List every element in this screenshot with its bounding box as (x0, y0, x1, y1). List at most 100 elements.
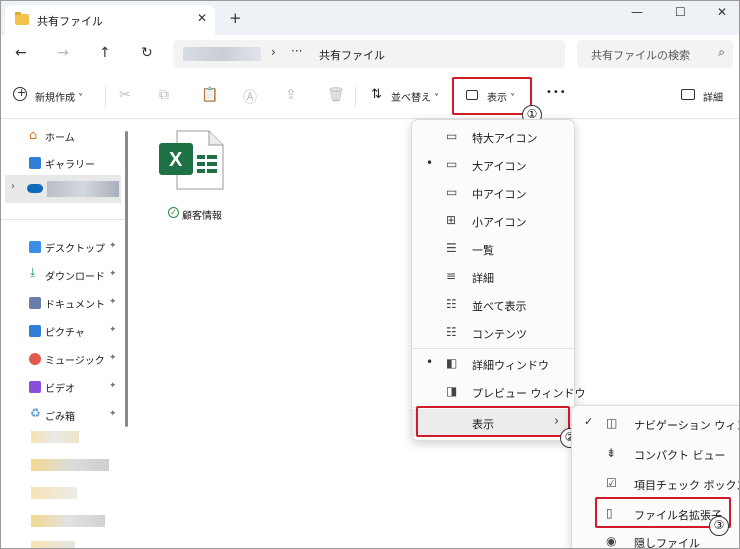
details-pane-icon: ◧ (446, 356, 458, 370)
eye-icon: ◉ (606, 534, 617, 548)
navigation-pane-icon: ◫ (606, 416, 618, 430)
more-options-button[interactable]: ••• (546, 87, 567, 98)
blurred-folder[interactable] (31, 431, 79, 443)
sidebar-item-desktop[interactable]: デスクトップ (45, 240, 105, 255)
rename-icon[interactable]: Ⓐ (243, 87, 257, 107)
file-name-label: 顧客情報 (182, 211, 222, 222)
view-menu: ▭ 特大アイコン • ▭ 大アイコン ▭ 中アイコン ⊞ 小アイコン ☰ 一覧 … (411, 119, 586, 441)
new-button[interactable]: 新規作成 ˅ (35, 89, 83, 104)
menu-item-label: 特大アイコン (472, 132, 538, 145)
delete-icon[interactable]: 🗑 (327, 87, 345, 103)
step-badge-3: ③ (709, 516, 729, 536)
paste-icon[interactable]: 📋 (201, 87, 218, 103)
tab-close-icon[interactable]: ✕ (197, 11, 207, 25)
pin-icon: ✦ (109, 381, 117, 391)
submenu-item-navigation-pane[interactable]: ✓ ◫ ナビゲーション ウィンドウ (572, 410, 739, 438)
menu-item-label: ナビゲーション ウィンドウ (634, 419, 739, 432)
sidebar-item-gallery[interactable]: ギャラリー (45, 156, 95, 171)
minimize-button[interactable]: — (631, 5, 643, 19)
title-bar: 共有ファイル ✕ + — ☐ ✕ (1, 1, 739, 35)
menu-item-label: 中アイコン (472, 188, 527, 201)
menu-item-label: 項目チェック ボックス (634, 479, 740, 492)
sidebar-item-documents[interactable]: ドキュメント (45, 296, 105, 311)
menu-item-tiles[interactable]: ☷ 並べて表示 (412, 291, 574, 319)
video-icon (29, 381, 41, 393)
sort-button[interactable]: 並べ替え ˅ (391, 89, 439, 104)
close-window-button[interactable]: ✕ (717, 5, 727, 19)
selected-dot-icon: • (426, 156, 434, 170)
details-icon: ≡ (446, 269, 457, 283)
menu-item-preview-pane[interactable]: ◨ プレビュー ウィンドウ (412, 378, 586, 406)
blurred-folder[interactable] (31, 487, 77, 499)
forward-button[interactable]: → (57, 45, 69, 61)
highlight-view-button (452, 77, 532, 115)
tiles-icon: ☷ (446, 297, 457, 311)
refresh-button[interactable]: ↻ (141, 45, 153, 61)
menu-item-extra-large-icons[interactable]: ▭ 特大アイコン (412, 123, 574, 151)
sidebar-item-music[interactable]: ミュージック (45, 352, 105, 367)
pin-icon: ✦ (109, 241, 117, 251)
sidebar-item-recycle-bin[interactable]: ごみ箱 (45, 408, 75, 423)
recycle-bin-icon: ♻ (30, 406, 41, 420)
download-icon: ⤓ (30, 265, 36, 279)
content-icon: ☷ (446, 325, 457, 339)
excel-file-icon (159, 130, 224, 190)
menu-item-label: 小アイコン (472, 216, 527, 229)
breadcrumb-more-button[interactable]: ··· (291, 44, 302, 58)
menu-item-label: コンパクト ビュー (634, 449, 726, 462)
menu-item-details[interactable]: ≡ 詳細 (412, 263, 574, 291)
command-bar: + 新規作成 ˅ ✂ ⧉ 📋 Ⓐ ⇪ 🗑 ⇅ 並べ替え ˅ 表示 ˅ ••• 詳… (1, 75, 739, 119)
menu-item-large-icons[interactable]: • ▭ 大アイコン (412, 151, 574, 179)
folder-icon (15, 12, 29, 25)
blurred-folder[interactable] (31, 515, 105, 527)
blurred-path-segment (183, 47, 261, 61)
menu-item-content[interactable]: ☷ コンテンツ (412, 319, 574, 347)
sidebar-item-pictures[interactable]: ピクチャ (45, 324, 85, 339)
menu-item-medium-icons[interactable]: ▭ 中アイコン (412, 179, 574, 207)
preview-pane-icon: ◨ (446, 384, 458, 398)
sidebar-item-home[interactable]: ホーム (45, 129, 75, 144)
pin-icon: ✦ (109, 409, 117, 419)
share-icon[interactable]: ⇪ (285, 87, 297, 103)
menu-item-list[interactable]: ☰ 一覧 (412, 235, 574, 263)
menu-item-label: コンテンツ (472, 328, 527, 341)
desktop-icon (29, 241, 41, 253)
selected-dot-icon: • (426, 355, 434, 369)
new-tab-button[interactable]: + (229, 9, 242, 27)
address-bar[interactable]: › ··· 共有ファイル (173, 40, 565, 68)
compact-view-icon: ⇟ (606, 446, 617, 460)
excel-letter: X (169, 149, 183, 171)
sidebar-item-downloads[interactable]: ダウンロード (45, 268, 105, 283)
navigation-pane: ⌂ ホーム ギャラリー › デスクトップ ✦ ⤓ ダウンロード ✦ ドキュメント… (1, 119, 125, 548)
expand-chevron-icon[interactable]: › (11, 181, 15, 192)
synced-check-icon: ✓ (168, 207, 179, 218)
copy-icon[interactable]: ⧉ (159, 87, 169, 103)
home-icon: ⌂ (29, 128, 38, 143)
blurred-folder[interactable] (31, 459, 109, 471)
new-button-label: 新規作成 (35, 93, 75, 104)
submenu-item-item-check-boxes[interactable]: ☑ 項目チェック ボックス (572, 470, 740, 498)
menu-item-details-pane[interactable]: • ◧ 詳細ウィンドウ (412, 350, 574, 378)
sidebar-item-videos[interactable]: ビデオ (45, 380, 75, 395)
back-button[interactable]: ← (15, 45, 27, 61)
breadcrumb-separator: › (271, 45, 276, 59)
tab-shared-files[interactable]: 共有ファイル ✕ (5, 5, 215, 35)
extra-large-icons-icon: ▭ (446, 129, 458, 143)
sidebar-item-onedrive[interactable]: › (5, 175, 121, 203)
excel-file-item[interactable]: X (157, 129, 225, 190)
small-icons-icon: ⊞ (446, 213, 457, 227)
search-placeholder: 共有ファイルの検索 (591, 49, 690, 62)
search-box[interactable]: 共有ファイルの検索 ⌕ (577, 40, 733, 68)
sidebar-scrollbar[interactable] (125, 131, 128, 427)
breadcrumb-current[interactable]: 共有ファイル (319, 47, 385, 63)
blurred-folder[interactable] (31, 541, 75, 548)
documents-icon (29, 297, 41, 309)
maximize-button[interactable]: ☐ (675, 5, 686, 19)
checkmark-icon: ✓ (584, 415, 594, 428)
menu-item-label: 詳細ウィンドウ (472, 359, 549, 372)
up-button[interactable]: ↑ (99, 45, 111, 61)
submenu-item-compact-view[interactable]: ⇟ コンパクト ビュー (572, 440, 739, 468)
menu-item-small-icons[interactable]: ⊞ 小アイコン (412, 207, 574, 235)
details-button[interactable]: 詳細 (703, 89, 723, 104)
cut-icon[interactable]: ✂ (119, 87, 131, 103)
